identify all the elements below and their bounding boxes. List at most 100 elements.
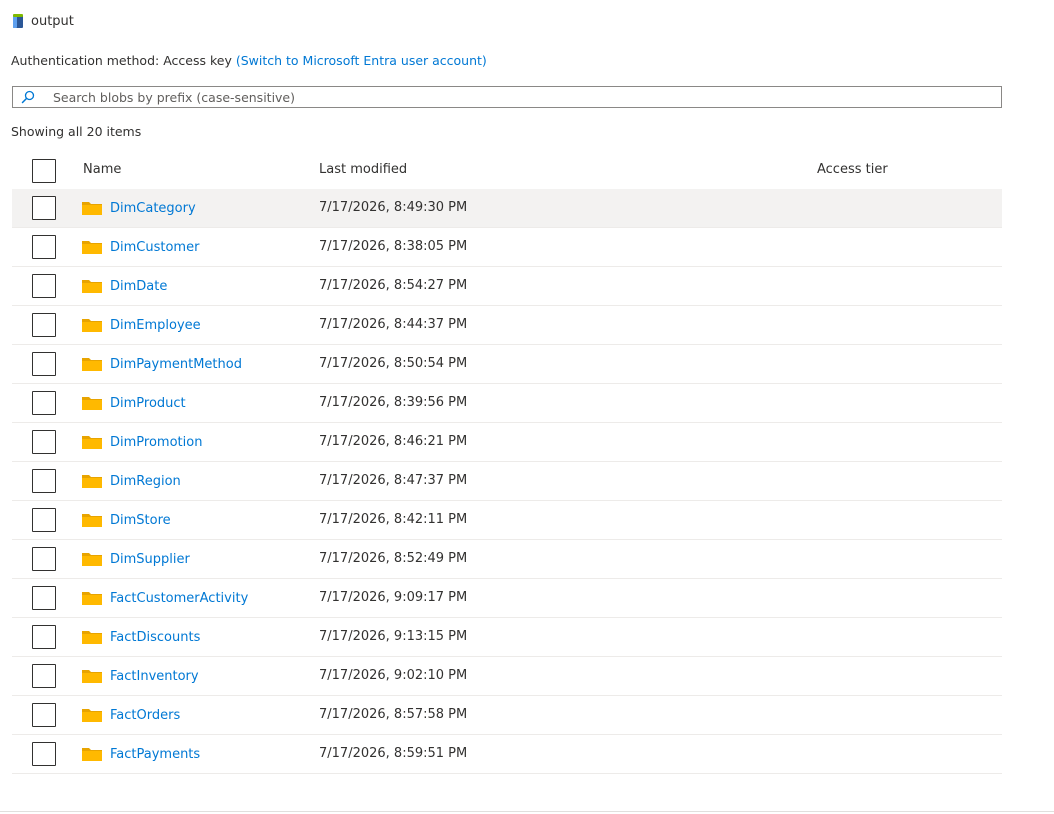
row-checkbox[interactable] (32, 469, 56, 493)
table-row[interactable]: DimPaymentMethod 7/17/2026, 8:50:54 PM (12, 345, 1002, 384)
row-checkbox[interactable] (32, 313, 56, 337)
table-row[interactable]: FactInventory 7/17/2026, 9:02:10 PM (12, 657, 1002, 696)
container-name: output (31, 13, 74, 29)
table-row[interactable]: FactDiscounts 7/17/2026, 9:13:15 PM (12, 618, 1002, 657)
table-row[interactable]: DimRegion 7/17/2026, 8:47:37 PM (12, 462, 1002, 501)
name-cell: FactDiscounts (82, 618, 200, 656)
folder-name-link[interactable]: DimSupplier (110, 552, 190, 567)
search-input[interactable] (43, 88, 1001, 106)
table-row[interactable]: DimStore 7/17/2026, 8:42:11 PM (12, 501, 1002, 540)
blob-list: Name Last modified Access tier DimCatego… (12, 150, 1002, 774)
folder-icon (82, 514, 102, 527)
name-cell: FactCustomerActivity (82, 579, 248, 617)
folder-icon (82, 319, 102, 332)
last-modified-cell: 7/17/2026, 8:59:51 PM (319, 746, 468, 761)
switch-auth-link[interactable]: (Switch to Microsoft Entra user account) (236, 53, 487, 68)
last-modified-cell: 7/17/2026, 8:57:58 PM (319, 707, 468, 722)
container-header: output (13, 11, 74, 31)
last-modified-cell: 7/17/2026, 8:47:37 PM (319, 473, 468, 488)
row-checkbox[interactable] (32, 625, 56, 649)
folder-icon (82, 748, 102, 761)
folder-name-link[interactable]: DimPaymentMethod (110, 357, 242, 372)
folder-icon (82, 241, 102, 254)
select-all-checkbox[interactable] (32, 159, 56, 183)
search-icon (13, 87, 43, 107)
authentication-method: Authentication method: Access key (Switc… (11, 52, 487, 70)
folder-name-link[interactable]: DimProduct (110, 396, 186, 411)
name-cell: DimPaymentMethod (82, 345, 242, 383)
row-checkbox[interactable] (32, 703, 56, 727)
table-row[interactable]: FactOrders 7/17/2026, 8:57:58 PM (12, 696, 1002, 735)
table-row[interactable]: DimSupplier 7/17/2026, 8:52:49 PM (12, 540, 1002, 579)
row-checkbox[interactable] (32, 547, 56, 571)
item-count-status: Showing all 20 items (11, 124, 142, 139)
last-modified-cell: 7/17/2026, 8:49:30 PM (319, 200, 468, 215)
table-row[interactable]: DimEmployee 7/17/2026, 8:44:37 PM (12, 306, 1002, 345)
folder-name-link[interactable]: FactInventory (110, 669, 199, 684)
row-checkbox[interactable] (32, 508, 56, 532)
name-cell: DimCustomer (82, 228, 199, 266)
folder-name-link[interactable]: DimCustomer (110, 240, 199, 255)
column-header-last-modified[interactable]: Last modified (319, 150, 407, 189)
table-row[interactable]: FactPayments 7/17/2026, 8:59:51 PM (12, 735, 1002, 774)
folder-name-link[interactable]: DimRegion (110, 474, 181, 489)
row-checkbox[interactable] (32, 274, 56, 298)
table-row[interactable]: DimProduct 7/17/2026, 8:39:56 PM (12, 384, 1002, 423)
folder-icon (82, 202, 102, 215)
last-modified-cell: 7/17/2026, 9:13:15 PM (319, 629, 468, 644)
name-cell: DimPromotion (82, 423, 202, 461)
name-cell: DimDate (82, 267, 167, 305)
folder-name-link[interactable]: DimCategory (110, 201, 196, 216)
folder-icon (82, 397, 102, 410)
divider (0, 811, 1054, 812)
folder-name-link[interactable]: DimPromotion (110, 435, 202, 450)
folder-icon (82, 280, 102, 293)
last-modified-cell: 7/17/2026, 8:38:05 PM (319, 239, 468, 254)
row-checkbox[interactable] (32, 235, 56, 259)
column-header-access-tier[interactable]: Access tier (817, 150, 888, 189)
table-row[interactable]: DimCustomer 7/17/2026, 8:38:05 PM (12, 228, 1002, 267)
auth-label: Authentication method: (11, 53, 160, 68)
search-box[interactable] (12, 86, 1002, 108)
auth-value: Access key (163, 53, 232, 68)
row-checkbox[interactable] (32, 430, 56, 454)
folder-name-link[interactable]: DimDate (110, 279, 167, 294)
folder-name-link[interactable]: FactOrders (110, 708, 180, 723)
name-cell: DimStore (82, 501, 171, 539)
name-cell: FactOrders (82, 696, 180, 734)
folder-icon (82, 358, 102, 371)
last-modified-cell: 7/17/2026, 8:42:11 PM (319, 512, 468, 527)
name-cell: DimEmployee (82, 306, 201, 344)
last-modified-cell: 7/17/2026, 9:02:10 PM (319, 668, 468, 683)
folder-name-link[interactable]: FactDiscounts (110, 630, 200, 645)
last-modified-cell: 7/17/2026, 9:09:17 PM (319, 590, 468, 605)
last-modified-cell: 7/17/2026, 8:39:56 PM (319, 395, 468, 410)
last-modified-cell: 7/17/2026, 8:44:37 PM (319, 317, 468, 332)
storage-container-icon (13, 14, 23, 28)
name-cell: DimProduct (82, 384, 186, 422)
last-modified-cell: 7/17/2026, 8:50:54 PM (319, 356, 468, 371)
row-checkbox[interactable] (32, 352, 56, 376)
header-row: Name Last modified Access tier (12, 150, 1002, 189)
row-checkbox[interactable] (32, 664, 56, 688)
row-checkbox[interactable] (32, 586, 56, 610)
table-row[interactable]: DimPromotion 7/17/2026, 8:46:21 PM (12, 423, 1002, 462)
column-header-name[interactable]: Name (83, 150, 121, 189)
folder-name-link[interactable]: FactPayments (110, 747, 200, 762)
folder-icon (82, 436, 102, 449)
name-cell: DimSupplier (82, 540, 190, 578)
folder-icon (82, 553, 102, 566)
name-cell: FactInventory (82, 657, 199, 695)
folder-name-link[interactable]: DimStore (110, 513, 171, 528)
row-checkbox[interactable] (32, 742, 56, 766)
table-row[interactable]: DimDate 7/17/2026, 8:54:27 PM (12, 267, 1002, 306)
table-row[interactable]: DimCategory 7/17/2026, 8:49:30 PM (12, 189, 1002, 228)
row-checkbox[interactable] (32, 391, 56, 415)
last-modified-cell: 7/17/2026, 8:46:21 PM (319, 434, 468, 449)
folder-name-link[interactable]: DimEmployee (110, 318, 201, 333)
name-cell: DimRegion (82, 462, 181, 500)
folder-name-link[interactable]: FactCustomerActivity (110, 591, 248, 606)
folder-icon (82, 475, 102, 488)
row-checkbox[interactable] (32, 196, 56, 220)
table-row[interactable]: FactCustomerActivity 7/17/2026, 9:09:17 P… (12, 579, 1002, 618)
